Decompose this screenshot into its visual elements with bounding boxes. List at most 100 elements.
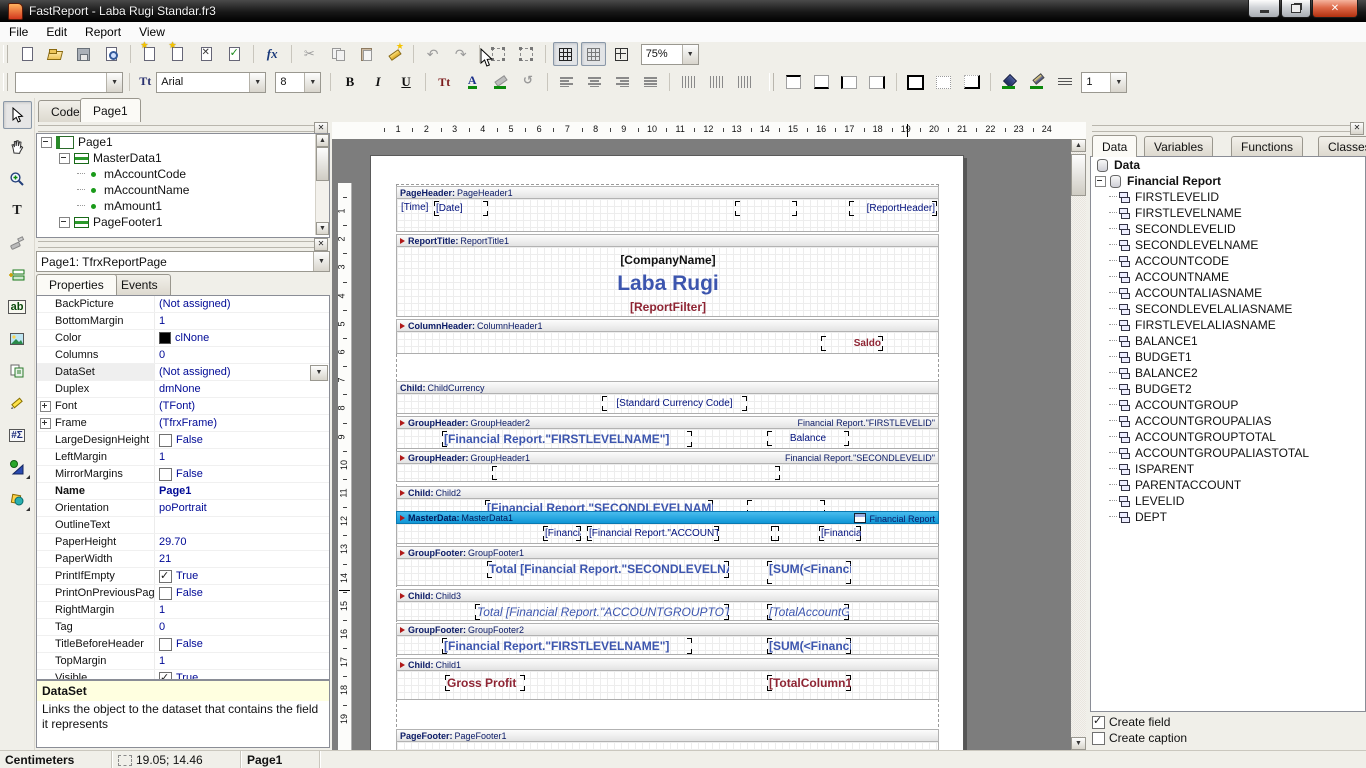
undo-button[interactable]: ↶: [420, 42, 445, 66]
align-right-button[interactable]: [610, 70, 635, 94]
property-value[interactable]: False: [155, 636, 329, 652]
data-field-secondlevelname[interactable]: SECONDLEVELNAME: [1091, 237, 1365, 253]
scroll-thumb[interactable]: [1071, 154, 1086, 196]
data-field-accountaliasname[interactable]: ACCOUNTALIASNAME: [1091, 285, 1365, 301]
data-field-secondlevelid[interactable]: SECONDLEVELID: [1091, 221, 1365, 237]
property-row-orientation[interactable]: OrientationpoPortrait: [37, 500, 329, 517]
highlight-button[interactable]: [488, 70, 513, 94]
underline-button[interactable]: U: [394, 70, 419, 94]
band-content-groupheader1[interactable]: [396, 464, 939, 482]
system-text-button[interactable]: #Σ: [3, 421, 32, 449]
frame-left-button[interactable]: [837, 70, 862, 94]
style-combo[interactable]: ▼: [15, 72, 123, 93]
align-left-button[interactable]: [554, 70, 579, 94]
band-header-groupfooter1[interactable]: GroupFooter:GroupFooter1: [396, 546, 939, 559]
object-tree-item-page1[interactable]: Page1: [37, 134, 329, 150]
band-content-childcurrency[interactable]: [Standard Currency Code]: [396, 394, 939, 414]
property-value[interactable]: dmNone: [155, 381, 329, 397]
design-canvas[interactable]: PageHeader:PageHeader1[Time][Date][Repor…: [332, 139, 1086, 750]
align-top-button[interactable]: [676, 70, 701, 94]
create-caption-option[interactable]: Create caption: [1092, 730, 1187, 746]
report-object[interactable]: Total [Financial Report."SECONDLEVELNAME…: [487, 561, 729, 578]
property-row-color[interactable]: ColorclNone: [37, 330, 329, 347]
band-header-masterdata1[interactable]: MasterData:MasterData1Financial Report: [396, 511, 939, 524]
band-header-groupfooter2[interactable]: GroupFooter:GroupFooter2: [396, 623, 939, 636]
text-rotation-button[interactable]: [516, 70, 541, 94]
property-row-backpicture[interactable]: BackPicture(Not assigned): [37, 296, 329, 313]
property-row-mirrormargins[interactable]: MirrorMarginsFalse: [37, 466, 329, 483]
property-value[interactable]: Page1: [155, 483, 329, 499]
property-checkbox[interactable]: [159, 638, 172, 651]
property-value[interactable]: True: [155, 568, 329, 584]
design-scrollbar[interactable]: ▲ ▼: [1071, 139, 1086, 750]
tab-events[interactable]: Events: [108, 274, 171, 295]
data-field-accountcode[interactable]: ACCOUNTCODE: [1091, 253, 1365, 269]
band-content-reporttitle1[interactable]: [CompanyName]Laba Rugi[ReportFilter]: [396, 247, 939, 317]
property-row-titlebeforeheader[interactable]: TitleBeforeHeaderFalse: [37, 636, 329, 653]
create-caption-checkbox[interactable]: [1092, 732, 1105, 745]
dock-grip[interactable]: [38, 125, 314, 132]
band-content-groupheader2[interactable]: [Financial Report."FIRSTLEVELNAME"]Balan…: [396, 429, 939, 449]
data-field-firstlevelid[interactable]: FIRSTLEVELID: [1091, 189, 1365, 205]
band-groupheader1[interactable]: GroupHeader:GroupHeader1Financial Report…: [396, 451, 939, 482]
scroll-up-icon[interactable]: ▲: [316, 134, 329, 147]
data-field-firstlevelname[interactable]: FIRSTLEVELNAME: [1091, 205, 1365, 221]
restore-button[interactable]: [1281, 0, 1311, 18]
align-center-button[interactable]: [582, 70, 607, 94]
band-header-pageheader1[interactable]: PageHeader:PageHeader1: [396, 186, 939, 199]
band-header-child1[interactable]: Child:Child1: [396, 658, 939, 671]
collapse-icon[interactable]: [41, 137, 52, 148]
create-field-option[interactable]: Create field: [1092, 714, 1187, 730]
band-groupfooter2[interactable]: GroupFooter:GroupFooter2[Financial Repor…: [396, 623, 939, 655]
minimize-button[interactable]: [1248, 0, 1280, 18]
band-header-reporttitle1[interactable]: ReportTitle:ReportTitle1: [396, 234, 939, 247]
band-content-pagefooter1[interactable]: [396, 742, 939, 750]
collapse-icon[interactable]: [59, 217, 70, 228]
data-dock-close-icon[interactable]: ✕: [1350, 122, 1364, 135]
paste-button[interactable]: [354, 42, 379, 66]
toolbar-grip[interactable]: [3, 45, 8, 63]
collapse-icon[interactable]: [1095, 176, 1106, 187]
band-reporttitle1[interactable]: ReportTitle:ReportTitle1[CompanyName]Lab…: [396, 234, 939, 317]
property-dropdown-icon[interactable]: ▼: [310, 365, 328, 381]
menu-file[interactable]: File: [0, 23, 37, 41]
text-tool-button[interactable]: T: [3, 197, 32, 225]
ole-object-button[interactable]: [3, 485, 32, 513]
data-field-isparent[interactable]: ISPARENT: [1091, 461, 1365, 477]
dock-grip[interactable]: [38, 241, 314, 248]
property-row-name[interactable]: NamePage1: [37, 483, 329, 500]
report-object-empty[interactable]: [492, 466, 780, 480]
band-columnheader1[interactable]: ColumnHeader:ColumnHeader1Saldo: [396, 319, 939, 354]
report-object[interactable]: [CompanyName]: [397, 252, 939, 268]
expand-icon[interactable]: [40, 418, 51, 429]
property-value[interactable]: True: [155, 670, 329, 680]
band-header-pagefooter1[interactable]: PageFooter:PageFooter1: [396, 729, 939, 742]
frame-top-button[interactable]: [781, 70, 806, 94]
data-field-accountgroupaliastotal[interactable]: ACCOUNTGROUPALIASTOTAL: [1091, 445, 1365, 461]
frame-none-button[interactable]: [931, 70, 956, 94]
band-header-child3[interactable]: Child:Child3: [396, 589, 939, 602]
toolbar-grip[interactable]: [769, 73, 774, 91]
property-value[interactable]: False: [155, 466, 329, 482]
cut-button[interactable]: [298, 42, 323, 66]
data-field-balance2[interactable]: BALANCE2: [1091, 365, 1365, 381]
report-object-empty[interactable]: [735, 201, 797, 216]
property-value[interactable]: (Not assigned): [155, 296, 329, 312]
property-value[interactable]: (TfrxFrame): [155, 415, 329, 431]
scroll-down-icon[interactable]: ▼: [316, 222, 329, 235]
property-row-largedesignheight[interactable]: LargeDesignHeightFalse: [37, 432, 329, 449]
scroll-up-icon[interactable]: ▲: [1071, 139, 1086, 152]
tab-variables[interactable]: Variables: [1144, 136, 1213, 156]
draw-tool-button[interactable]: [3, 389, 32, 417]
data-field-firstlevelaliasname[interactable]: FIRSTLEVELALIASNAME: [1091, 317, 1365, 333]
variables-button[interactable]: fx: [260, 42, 285, 66]
zoom-tool-button[interactable]: [3, 165, 32, 193]
property-value[interactable]: (TFont): [155, 398, 329, 414]
menu-edit[interactable]: Edit: [37, 23, 76, 41]
property-value[interactable]: poPortrait: [155, 500, 329, 516]
report-object[interactable]: [Financial: [543, 526, 581, 541]
property-row-paperwidth[interactable]: PaperWidth21: [37, 551, 329, 568]
format-copy-tool-button[interactable]: [3, 229, 32, 257]
font-settings-button[interactable]: Tt: [432, 70, 457, 94]
report-object[interactable]: Saldo: [821, 336, 883, 351]
